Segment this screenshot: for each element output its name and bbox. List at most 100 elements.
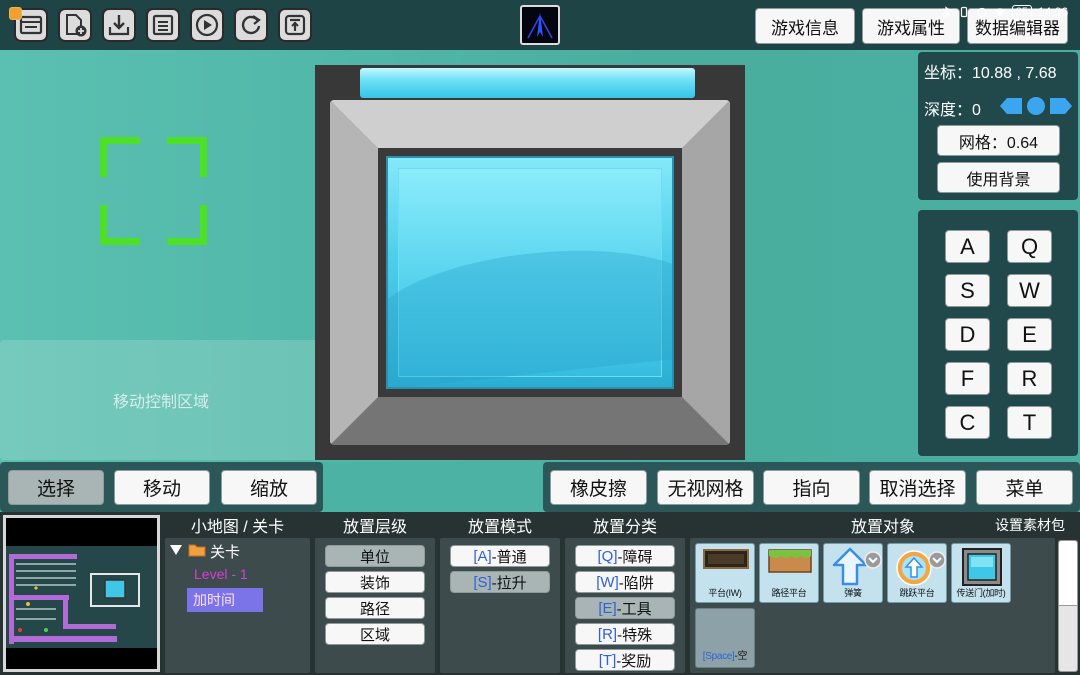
tree-root-label[interactable]: 关卡 — [210, 541, 240, 562]
menu-button[interactable]: 菜单 — [976, 470, 1073, 505]
import-button[interactable] — [102, 8, 136, 42]
object-empty-label: [Space]-空 — [702, 651, 748, 662]
deselect-button[interactable]: 取消选择 — [869, 470, 966, 505]
depth-readout: 深度：0 — [924, 102, 981, 119]
category-tool-button[interactable]: [E] -工具 — [575, 597, 675, 619]
ignore-grid-button[interactable]: 无视网格 — [657, 470, 754, 505]
spring-icon — [832, 547, 882, 586]
selection-cursor[interactable] — [100, 137, 207, 245]
bluetooth-icon — [942, 6, 950, 18]
play-test-button[interactable] — [190, 8, 224, 42]
path-platform-icon — [768, 549, 812, 573]
app-notification-icon — [9, 7, 22, 20]
object-scrollbar-thumb[interactable] — [1059, 541, 1077, 606]
player-avatar[interactable] — [520, 5, 560, 45]
refresh-icon — [241, 15, 261, 35]
portal-glow — [360, 68, 695, 98]
hotkey-a[interactable]: A — [945, 230, 990, 263]
hotkey-r[interactable]: R — [1007, 362, 1052, 395]
eraser-button[interactable]: 橡皮擦 — [550, 470, 647, 505]
mode-normal-button[interactable]: [A] -普通 — [450, 545, 550, 567]
save-icon — [152, 14, 174, 36]
mode-stretch-button[interactable]: [S] -拉升 — [450, 571, 550, 593]
jump-platform-icon — [896, 550, 946, 586]
hotkey-t[interactable]: T — [1007, 406, 1052, 439]
alarm-icon — [977, 7, 987, 18]
depth-decrease-icon — [1000, 98, 1022, 114]
object-label: 弹簧 — [844, 588, 862, 598]
move-tool-button[interactable]: 移动 — [114, 470, 210, 505]
selection-corner-bottom-right — [167, 205, 207, 245]
object-portal-tile[interactable]: 传送门(加时) — [951, 543, 1011, 603]
object-platform-tile[interactable]: 平台(IW) — [695, 543, 755, 603]
game-info-button[interactable]: 游戏信息 — [755, 8, 855, 44]
layer-region-button[interactable]: 区域 — [325, 623, 425, 645]
object-empty-tile[interactable]: [Space]-空 — [695, 608, 755, 668]
asset-pack-button[interactable]: 设置素材包 — [990, 514, 1070, 536]
grid-size-button[interactable]: 网格：0.64 — [937, 125, 1060, 156]
move-control-label: 移动控制区域 — [112, 394, 209, 411]
layer-header: 放置层级 — [342, 519, 407, 536]
zoom-tool-button[interactable]: 缩放 — [221, 470, 317, 505]
hotkey-f[interactable]: F — [945, 362, 990, 395]
system-status-bar: 25 14:06 — [940, 4, 1068, 20]
category-obstacle-button[interactable]: [Q] -障碍 — [575, 545, 675, 567]
import-icon — [108, 15, 130, 36]
tree-selected-item[interactable]: 加时间 — [187, 588, 263, 612]
selection-corner-bottom-left — [100, 205, 140, 245]
object-jump-platform-tile[interactable]: 跳跃平台 — [887, 543, 947, 603]
portal-frame — [330, 100, 730, 445]
select-tool-button[interactable]: 选择 — [8, 470, 104, 505]
depth-controls[interactable] — [998, 95, 1074, 117]
object-label: 平台(IW) — [708, 588, 742, 598]
portal-icon — [962, 548, 1002, 586]
category-reward-button[interactable]: [T] -奖励 — [575, 649, 675, 671]
portal-screen — [386, 156, 674, 389]
hotkey-panel — [918, 210, 1078, 456]
selection-corner-top-right — [167, 137, 207, 177]
category-trap-button[interactable]: [W] -陷阱 — [575, 571, 675, 593]
object-path-platform-tile[interactable]: 路径平台 — [759, 543, 819, 603]
minimap[interactable] — [3, 515, 160, 672]
refresh-button[interactable] — [234, 8, 268, 42]
new-file-button[interactable] — [58, 8, 92, 42]
battery-level: 25 — [1011, 4, 1032, 20]
export-icon — [284, 14, 306, 36]
tree-level-item[interactable]: Level - 1 — [194, 566, 248, 582]
layer-decoration-button[interactable]: 装饰 — [325, 571, 425, 593]
object-spring-tile[interactable]: 弹簧 — [823, 543, 883, 603]
layer-path-button[interactable]: 路径 — [325, 597, 425, 619]
tree-selected-item-label: 加时间 — [193, 592, 235, 608]
platform-icon — [703, 549, 749, 569]
clock: 14:06 — [1037, 5, 1068, 19]
object-scrollbar[interactable] — [1058, 540, 1078, 672]
object-label: 跳跃平台 — [899, 588, 935, 598]
export-button[interactable] — [278, 8, 312, 42]
hotkey-c[interactable]: C — [945, 406, 990, 439]
hotkey-e[interactable]: E — [1007, 318, 1052, 351]
minimap-level-header: 小地图 / 关卡 — [190, 519, 285, 536]
hotkey-s[interactable]: S — [945, 274, 990, 307]
expand-icon[interactable] — [170, 545, 182, 555]
use-background-button[interactable]: 使用背景 — [937, 162, 1060, 193]
category-header: 放置分类 — [592, 519, 657, 536]
depth-reset-icon — [1027, 97, 1045, 115]
portal-inner-border — [378, 148, 682, 397]
pointer-button[interactable]: 指向 — [763, 470, 860, 505]
object-label: 传送门(加时) — [956, 588, 1006, 598]
hotkey-q[interactable]: Q — [1007, 230, 1052, 263]
hotkey-w[interactable]: W — [1007, 274, 1052, 307]
folder-icon — [188, 544, 206, 557]
save-button[interactable] — [146, 8, 180, 42]
placed-portal-block[interactable] — [315, 65, 745, 460]
move-control-area[interactable]: 移动控制区域 — [0, 340, 322, 460]
character-icon — [527, 12, 553, 39]
category-special-button[interactable]: [R] -特殊 — [575, 623, 675, 645]
depth-increase-icon — [1050, 98, 1072, 114]
layer-unit-button[interactable]: 单位 — [325, 545, 425, 567]
minimap-view — [6, 546, 157, 648]
hotkey-d[interactable]: D — [945, 318, 990, 351]
coordinate-readout: 坐标：10.88 , 7.68 — [924, 65, 1057, 82]
object-label: 路径平台 — [771, 588, 807, 598]
play-icon — [195, 13, 219, 37]
